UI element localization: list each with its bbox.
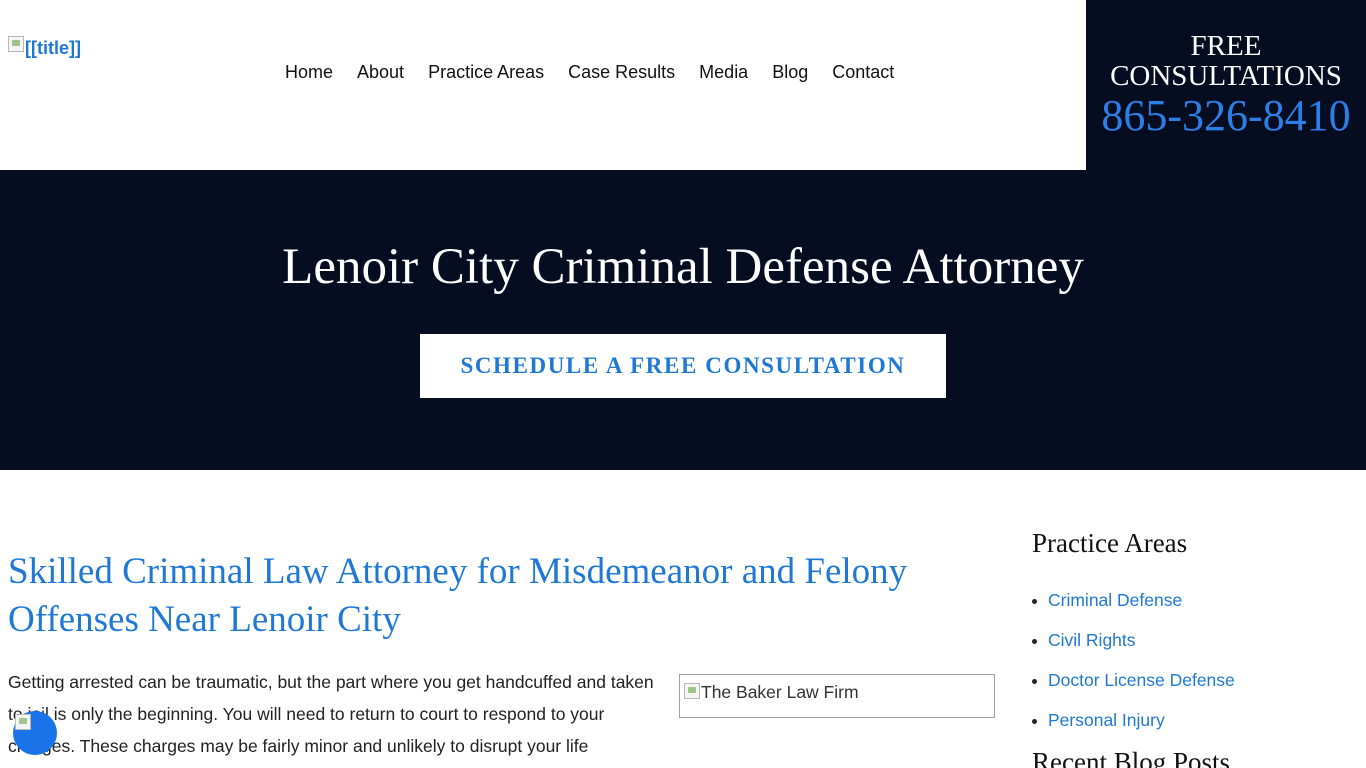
chat-widget-button[interactable] xyxy=(13,711,57,755)
list-item: Personal Injury xyxy=(1032,700,1235,740)
bullet-icon xyxy=(1032,638,1037,644)
broken-image-icon xyxy=(684,683,700,699)
nav-blog[interactable]: Blog xyxy=(760,60,820,84)
main-heading: Skilled Criminal Law Attorney for Misdem… xyxy=(8,551,908,640)
nav-case-results[interactable]: Case Results xyxy=(556,60,687,84)
hero-title: Lenoir City Criminal Defense Attorney xyxy=(282,239,1084,295)
practice-link-doctor-license-defense[interactable]: Doctor License Defense xyxy=(1048,668,1235,692)
cta-consultations-label: CONSULTATIONS xyxy=(1110,60,1342,92)
practice-link-civil-rights[interactable]: Civil Rights xyxy=(1048,628,1136,652)
consultation-box: FREE CONSULTATIONS 865-326-8410 xyxy=(1086,0,1366,170)
firm-image-alt: The Baker Law Firm xyxy=(701,682,859,702)
list-item: Doctor License Defense xyxy=(1032,660,1235,700)
cta-free-label: FREE xyxy=(1190,30,1262,62)
nav-contact[interactable]: Contact xyxy=(820,60,906,84)
practice-areas-list: Criminal Defense Civil Rights Doctor Lic… xyxy=(1032,580,1235,740)
phone-link[interactable]: 865-326-8410 xyxy=(1086,92,1366,140)
bullet-icon xyxy=(1032,718,1037,724)
list-item: Civil Rights xyxy=(1032,620,1235,660)
firm-image: The Baker Law Firm xyxy=(679,674,995,718)
bullet-icon xyxy=(1032,678,1037,684)
nav-media[interactable]: Media xyxy=(687,60,760,84)
nav-home[interactable]: Home xyxy=(273,60,345,84)
nav-about[interactable]: About xyxy=(345,60,416,84)
site-logo[interactable]: [[title]] xyxy=(8,36,81,62)
nav-practice-areas[interactable]: Practice Areas xyxy=(416,60,556,84)
practice-link-personal-injury[interactable]: Personal Injury xyxy=(1048,708,1165,732)
logo-alt-text: [[title]] xyxy=(25,38,81,58)
broken-image-icon xyxy=(8,36,24,52)
site-header: [[title]] Home About Practice Areas Case… xyxy=(0,0,1366,170)
recent-blog-posts-heading: Recent Blog Posts xyxy=(1032,747,1231,768)
chat-widget-icon xyxy=(15,714,31,730)
practice-link-criminal-defense[interactable]: Criminal Defense xyxy=(1048,588,1182,612)
main-nav: Home About Practice Areas Case Results M… xyxy=(273,60,906,84)
schedule-consultation-button[interactable]: SCHEDULE A FREE CONSULTATION xyxy=(420,334,946,398)
intro-paragraph: Getting arrested can be traumatic, but t… xyxy=(8,672,654,756)
practice-areas-heading: Practice Areas xyxy=(1032,528,1188,558)
hero-banner: Lenoir City Criminal Defense Attorney SC… xyxy=(0,170,1366,470)
list-item: Criminal Defense xyxy=(1032,580,1235,620)
bullet-icon xyxy=(1032,598,1037,604)
